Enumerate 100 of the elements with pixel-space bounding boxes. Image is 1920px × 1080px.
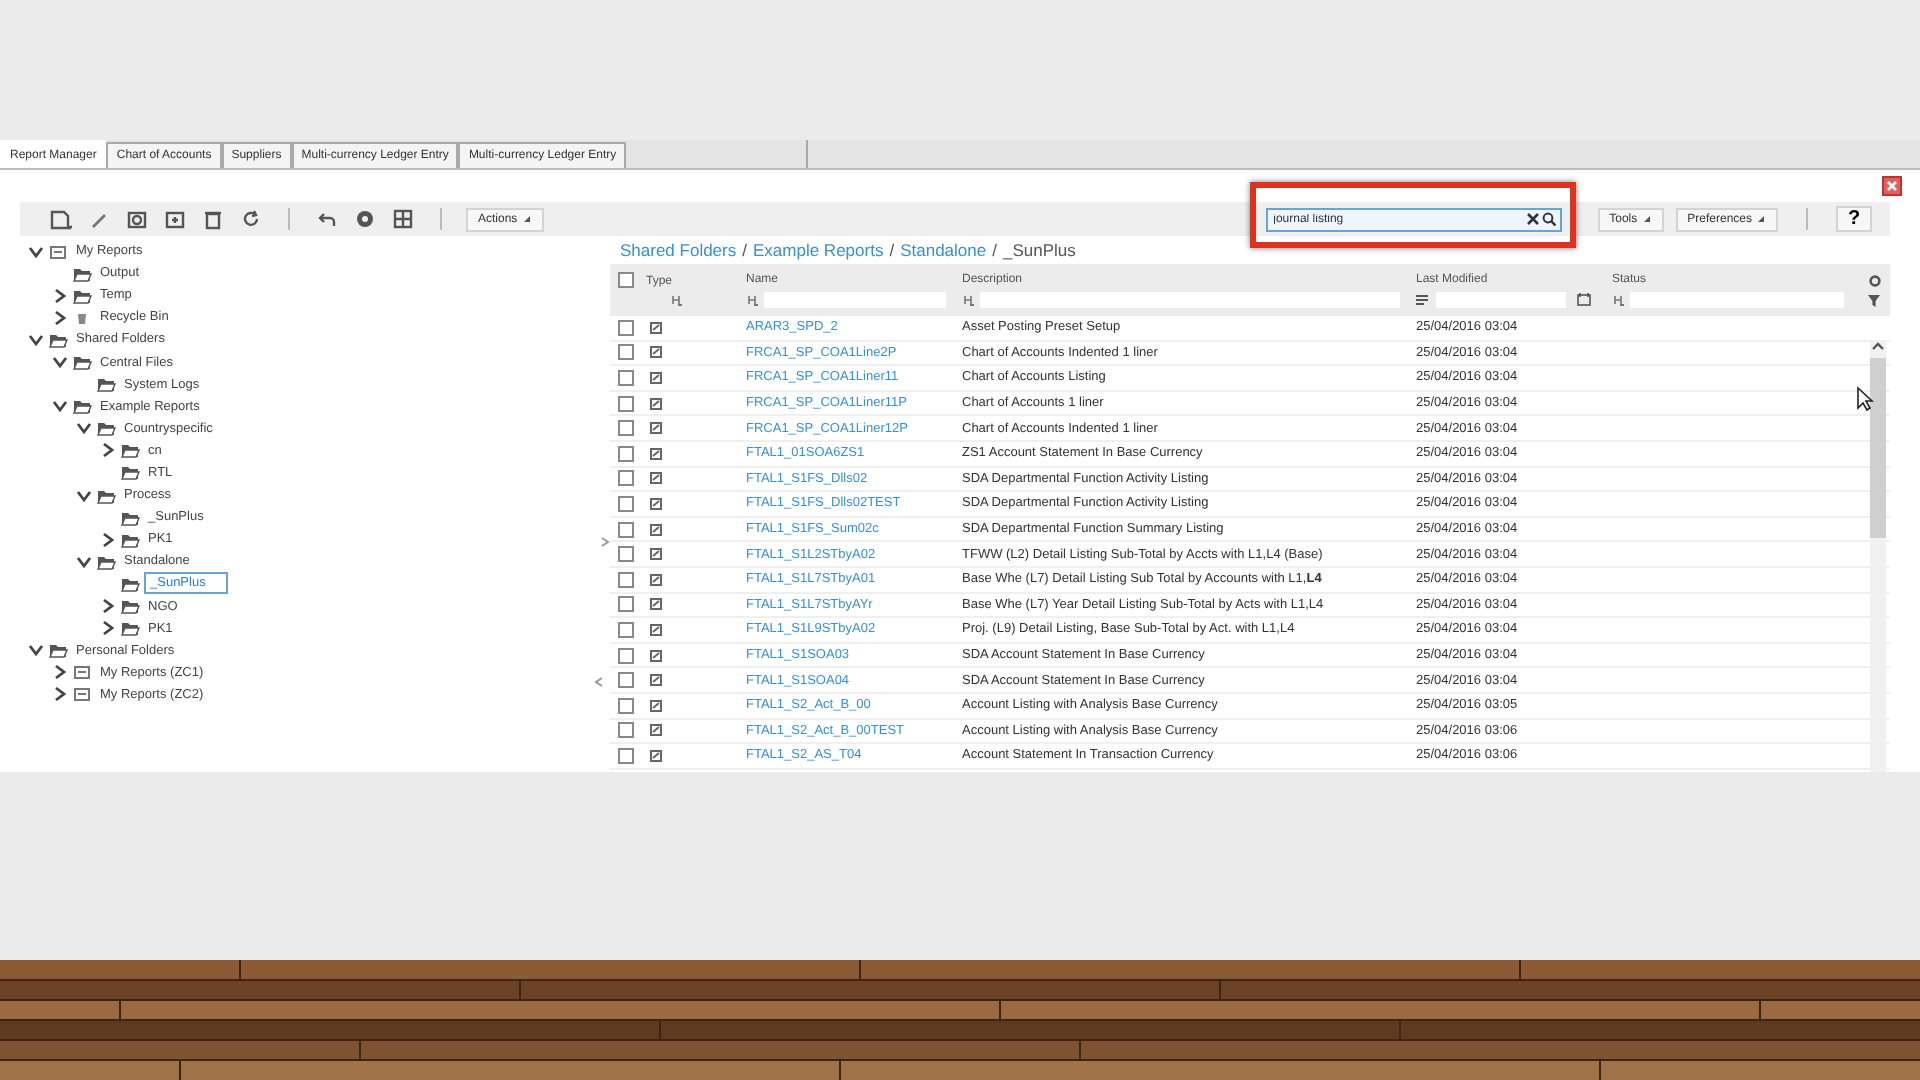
row-checkbox[interactable] xyxy=(618,672,634,689)
row-checkbox[interactable] xyxy=(618,596,634,613)
chevron-right-icon[interactable] xyxy=(52,664,68,681)
filter-button[interactable] xyxy=(1867,293,1883,307)
report-icon xyxy=(650,573,662,586)
row-checkbox[interactable] xyxy=(618,495,634,512)
report-icon xyxy=(650,447,662,460)
circle-button[interactable] xyxy=(352,206,378,232)
folder-icon xyxy=(72,398,92,415)
breadcrumb-link[interactable]: Shared Folders xyxy=(620,240,737,260)
chevron-right-icon[interactable] xyxy=(100,598,116,615)
report-icon xyxy=(650,649,662,662)
chevron-right-icon[interactable] xyxy=(100,442,116,459)
filter-mode-icon xyxy=(670,293,682,305)
folder-icon xyxy=(96,376,116,393)
grid-button[interactable] xyxy=(390,206,416,232)
row-checkbox[interactable] xyxy=(618,571,634,588)
trash-button[interactable] xyxy=(200,206,226,232)
folder-icon xyxy=(96,487,116,504)
folder-icon xyxy=(120,531,140,548)
grid-icon xyxy=(392,208,414,230)
folder-icon xyxy=(96,420,116,437)
copy-button[interactable] xyxy=(124,206,150,232)
caret-icon xyxy=(521,214,532,224)
chevron-down-icon[interactable] xyxy=(76,487,92,504)
breadcrumb-separator: / xyxy=(992,240,997,260)
refresh-button[interactable] xyxy=(238,206,264,232)
clear-icon xyxy=(1525,212,1540,226)
report-icon xyxy=(650,497,662,510)
copy-icon xyxy=(126,208,148,230)
refresh-icon xyxy=(240,208,262,230)
chevron-down-icon[interactable] xyxy=(28,243,44,260)
folder-icon xyxy=(72,354,92,371)
row-checkbox[interactable] xyxy=(618,722,634,739)
chevron-right-icon[interactable] xyxy=(52,686,68,703)
breadcrumb-separator: / xyxy=(742,240,747,260)
folder-icon xyxy=(96,553,116,570)
row-checkbox[interactable] xyxy=(618,344,634,361)
new-document-button[interactable] xyxy=(48,206,74,232)
close-icon xyxy=(1886,180,1898,192)
funnel-icon xyxy=(1867,293,1883,307)
caret-icon xyxy=(1641,214,1652,224)
trash-icon xyxy=(72,309,92,326)
report-icon xyxy=(650,472,662,485)
scroll-up-icon xyxy=(1870,340,1886,352)
row-checkbox[interactable] xyxy=(618,621,634,638)
report-icon xyxy=(650,422,662,435)
breadcrumb-current: _SunPlus xyxy=(1002,240,1076,260)
caret-icon xyxy=(1756,214,1766,224)
row-checkbox[interactable] xyxy=(618,521,634,538)
row-checkbox[interactable] xyxy=(618,647,634,664)
report-icon xyxy=(650,598,662,611)
report-icon xyxy=(650,523,662,536)
chevron-down-icon[interactable] xyxy=(76,420,92,437)
filter-mode-icon xyxy=(746,293,758,305)
row-checkbox[interactable] xyxy=(618,697,634,714)
row-checkbox[interactable] xyxy=(618,445,634,462)
folder-icon xyxy=(72,265,92,282)
select-all-checkbox[interactable] xyxy=(618,272,634,288)
calendar-icon xyxy=(1576,292,1592,306)
report-icon xyxy=(650,699,662,712)
folder-icon xyxy=(120,464,140,481)
report-icon xyxy=(650,371,662,384)
chevron-down-icon[interactable] xyxy=(28,642,44,659)
report-icon xyxy=(72,664,92,681)
search-icon xyxy=(1541,212,1556,226)
row-checkbox[interactable] xyxy=(618,747,634,764)
row-checkbox[interactable] xyxy=(618,420,634,437)
folder-icon xyxy=(120,598,140,615)
row-checkbox[interactable] xyxy=(618,546,634,563)
pencil-icon xyxy=(88,208,110,230)
chevron-right-icon[interactable] xyxy=(100,531,116,548)
chevron-right-icon[interactable] xyxy=(100,620,116,637)
report-icon xyxy=(650,724,662,737)
chevron-right-icon[interactable] xyxy=(52,309,68,326)
chevron-down-icon[interactable] xyxy=(76,553,92,570)
undo-icon xyxy=(316,208,338,230)
row-checkbox[interactable] xyxy=(618,395,634,412)
close-button[interactable] xyxy=(1882,176,1902,196)
paste-icon xyxy=(164,208,186,230)
trash-icon xyxy=(202,208,224,230)
report-icon xyxy=(650,674,662,687)
folder-icon xyxy=(48,642,68,659)
expand-panel-icon xyxy=(600,536,610,548)
row-checkbox[interactable] xyxy=(618,369,634,386)
chevron-down-icon[interactable] xyxy=(28,331,44,348)
folder-icon xyxy=(120,442,140,459)
help-button[interactable]: ? xyxy=(1836,206,1872,232)
chevron-down-icon[interactable] xyxy=(52,398,68,415)
scrollbar[interactable] xyxy=(1870,340,1886,772)
breadcrumb-link[interactable]: Example Reports xyxy=(753,240,884,260)
row-checkbox[interactable] xyxy=(618,319,634,336)
chevron-down-icon[interactable] xyxy=(52,354,68,371)
paste-button[interactable] xyxy=(162,206,188,232)
folder-icon xyxy=(120,509,140,526)
row-checkbox[interactable] xyxy=(618,470,634,487)
report-icon xyxy=(650,321,662,334)
report-icon xyxy=(72,686,92,703)
report-icon xyxy=(650,397,662,410)
chevron-right-icon[interactable] xyxy=(52,287,68,304)
